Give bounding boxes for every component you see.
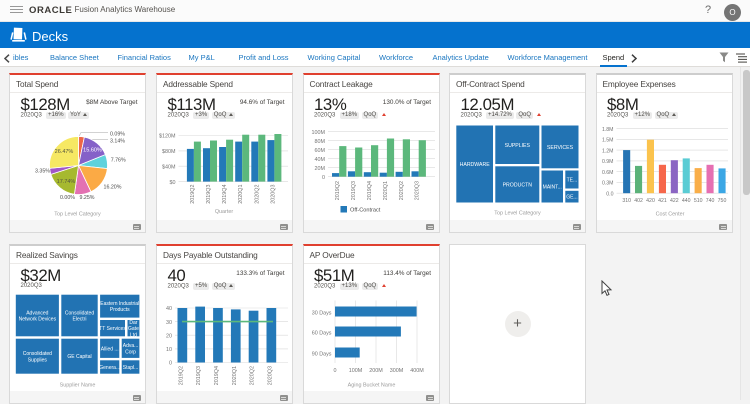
svg-text:MAINT...: MAINT... (543, 184, 562, 190)
svg-text:Consolidated: Consolidated (65, 310, 94, 316)
svg-text:20: 20 (166, 333, 172, 339)
svg-text:3.35%: 3.35% (35, 168, 50, 174)
svg-text:100M: 100M (348, 368, 362, 374)
svg-text:2020Q2: 2020Q2 (398, 181, 404, 200)
svg-text:402: 402 (634, 198, 643, 204)
svg-text:2019Q2: 2019Q2 (335, 181, 341, 200)
svg-text:2020Q1: 2020Q1 (382, 181, 388, 200)
svg-text:1.8M: 1.8M (601, 126, 613, 132)
svg-text:$40M: $40M (162, 164, 176, 170)
svg-text:Consolidated: Consolidated (23, 351, 52, 357)
svg-text:440: 440 (681, 198, 690, 204)
svg-text:GE...: GE... (566, 194, 577, 200)
svg-text:60M: 60M (314, 147, 325, 153)
svg-text:Top Level Category: Top Level Category (54, 211, 101, 217)
svg-text:20M: 20M (314, 165, 325, 171)
svg-text:2019Q4: 2019Q4 (214, 366, 220, 385)
svg-text:Supplies: Supplies (28, 357, 48, 363)
svg-text:80M: 80M (314, 138, 325, 144)
svg-text:400M: 400M (410, 368, 424, 374)
svg-text:15.60%: 15.60% (83, 147, 102, 153)
svg-text:2020Q1: 2020Q1 (238, 184, 244, 203)
svg-text:GE Capital: GE Capital (67, 354, 91, 360)
svg-text:TE...: TE... (567, 177, 578, 183)
svg-text:Supplier Name: Supplier Name (60, 382, 96, 388)
svg-text:Stapl...: Stapl... (123, 365, 139, 371)
svg-text:Ltd: Ltd (130, 332, 137, 338)
svg-text:740: 740 (705, 198, 714, 204)
svg-text:0.3M: 0.3M (601, 180, 613, 186)
svg-text:HARDWARE: HARDWARE (460, 162, 491, 168)
svg-text:Products: Products (110, 307, 130, 313)
svg-text:$80M: $80M (162, 149, 176, 155)
svg-text:2020Q2: 2020Q2 (254, 184, 260, 203)
svg-text:3.14%: 3.14% (110, 138, 125, 144)
svg-text:90 Days: 90 Days (311, 351, 331, 357)
svg-text:310: 310 (622, 198, 631, 204)
svg-text:0: 0 (322, 174, 325, 180)
svg-text:2020Q3: 2020Q3 (414, 181, 420, 200)
svg-text:SERVICES: SERVICES (547, 144, 574, 150)
svg-text:750: 750 (717, 198, 726, 204)
svg-text:Eastern Industrial: Eastern Industrial (100, 301, 139, 307)
svg-text:300M: 300M (389, 368, 403, 374)
svg-text:Quarter: Quarter (215, 209, 233, 215)
svg-text:Network Devices: Network Devices (19, 316, 57, 322)
svg-text:510: 510 (693, 198, 702, 204)
svg-text:9.25%: 9.25% (80, 195, 95, 201)
svg-text:Cost Center: Cost Center (655, 211, 684, 217)
svg-text:2020Q2: 2020Q2 (250, 366, 256, 385)
svg-text:200M: 200M (369, 368, 383, 374)
svg-text:0.9M: 0.9M (601, 159, 613, 165)
svg-text:0.00%: 0.00% (60, 195, 75, 201)
svg-text:30: 30 (166, 319, 172, 325)
svg-text:2019Q2: 2019Q2 (178, 366, 184, 385)
svg-text:0: 0 (333, 368, 336, 374)
svg-text:2020Q3: 2020Q3 (270, 184, 276, 203)
svg-text:Adva...: Adva... (123, 343, 139, 349)
svg-text:40: 40 (166, 306, 172, 312)
svg-text:0.0: 0.0 (606, 191, 613, 197)
svg-text:30 Days: 30 Days (311, 310, 331, 316)
svg-text:Genera...: Genera... (99, 365, 120, 371)
svg-text:2019Q4: 2019Q4 (367, 181, 373, 200)
svg-text:TT Services: TT Services (99, 326, 126, 332)
svg-text:60 Days: 60 Days (311, 330, 331, 336)
svg-text:2020Q1: 2020Q1 (232, 366, 238, 385)
svg-text:2019Q4: 2019Q4 (222, 184, 228, 203)
svg-text:0.6M: 0.6M (601, 169, 613, 175)
svg-text:PRODUCTN: PRODUCTN (503, 182, 533, 188)
svg-text:SUPPLIES: SUPPLIES (505, 142, 531, 148)
svg-text:Corp: Corp (125, 349, 136, 355)
svg-text:422: 422 (669, 198, 678, 204)
svg-text:0.09%: 0.09% (110, 131, 125, 137)
svg-text:1.5M: 1.5M (601, 137, 613, 143)
svg-text:$0: $0 (170, 179, 176, 185)
svg-text:2019Q3: 2019Q3 (196, 366, 202, 385)
svg-text:420: 420 (646, 198, 655, 204)
svg-text:0: 0 (169, 360, 172, 366)
svg-text:Off-Contract: Off-Contract (350, 207, 381, 213)
svg-text:2019Q2: 2019Q2 (190, 184, 196, 203)
svg-text:26.47%: 26.47% (55, 149, 74, 155)
svg-text:7.76%: 7.76% (111, 157, 126, 163)
svg-text:10: 10 (166, 347, 172, 353)
svg-text:2019Q3: 2019Q3 (206, 184, 212, 203)
svg-text:1.2M: 1.2M (601, 148, 613, 154)
svg-text:40M: 40M (314, 156, 325, 162)
svg-text:Aging Bucket Name: Aging Bucket Name (347, 382, 395, 388)
svg-text:Gate: Gate (128, 326, 139, 332)
svg-text:100M: 100M (311, 129, 325, 135)
svg-text:17.74%: 17.74% (57, 179, 76, 185)
svg-text:Top Level Category: Top Level Category (494, 210, 541, 216)
svg-text:Dar: Dar (129, 320, 137, 326)
svg-text:Allied ...: Allied ... (101, 346, 119, 352)
svg-text:$120M: $120M (159, 133, 176, 139)
svg-text:421: 421 (658, 198, 667, 204)
svg-text:16.20%: 16.20% (104, 184, 122, 190)
svg-text:Electri: Electri (73, 316, 87, 322)
svg-text:2020Q3: 2020Q3 (267, 366, 273, 385)
svg-text:2019Q3: 2019Q3 (351, 181, 357, 200)
svg-text:Advanced: Advanced (26, 310, 48, 316)
